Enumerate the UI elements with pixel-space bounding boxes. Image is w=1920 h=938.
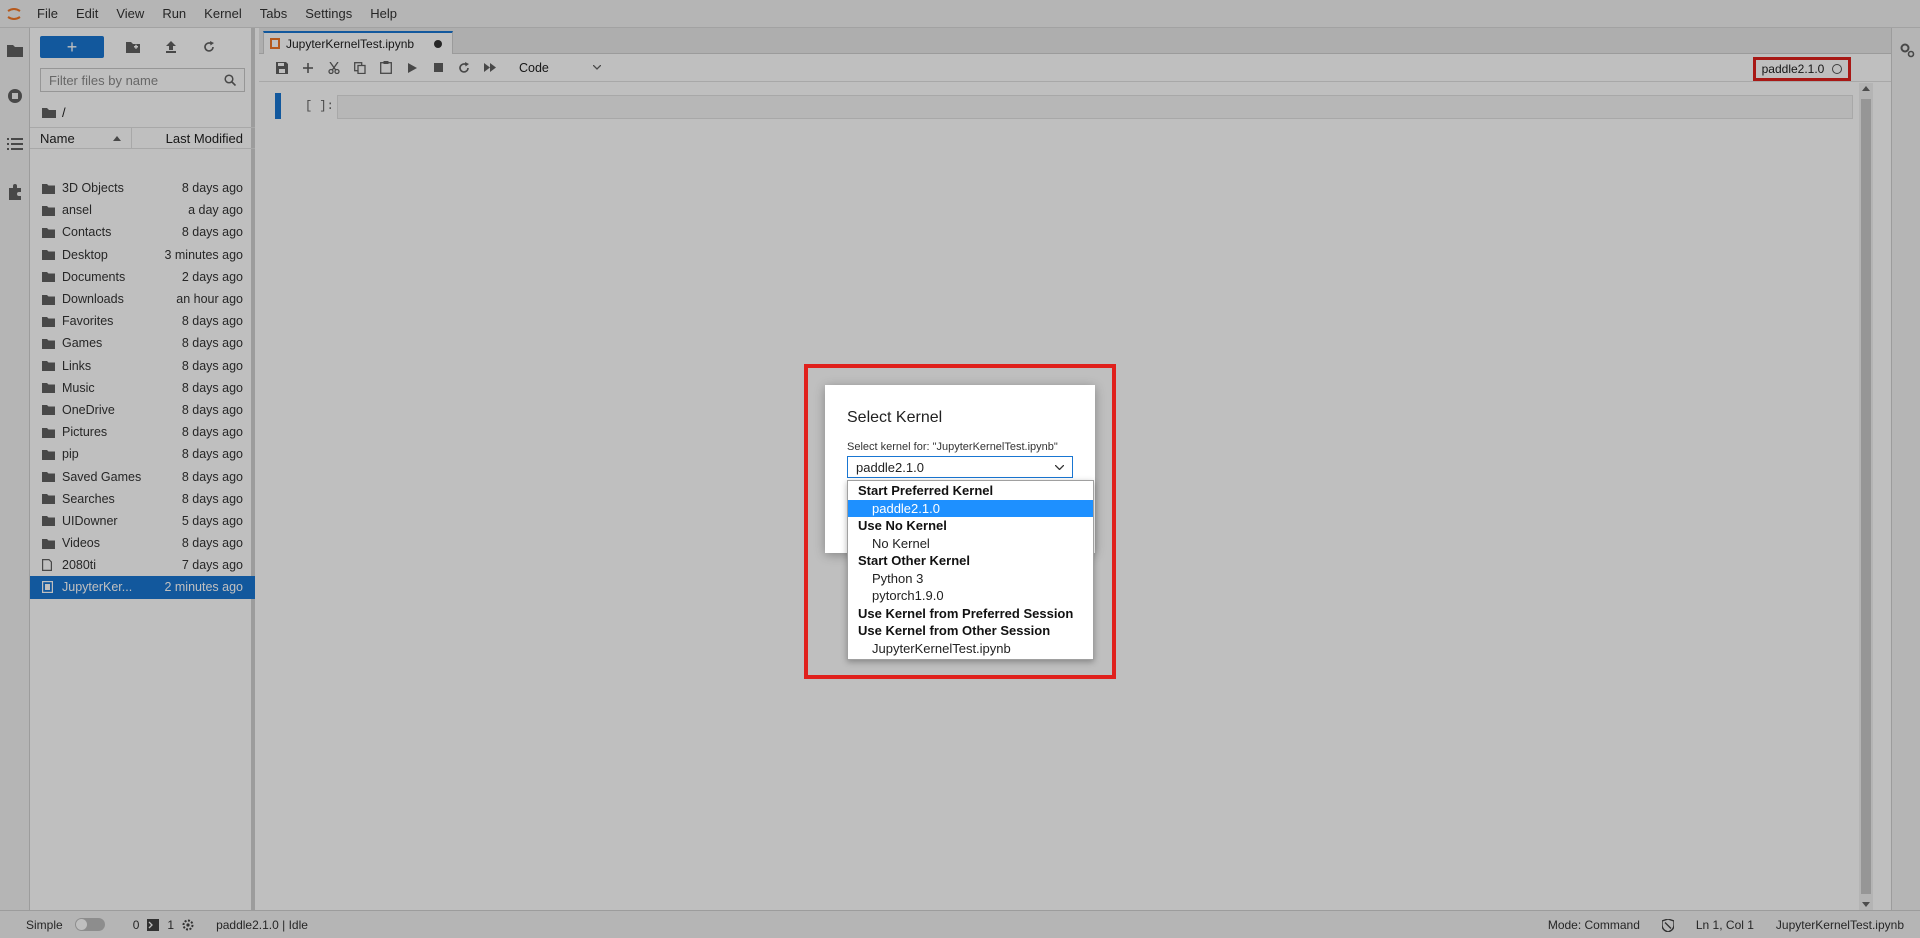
highlight-box (804, 364, 1116, 679)
